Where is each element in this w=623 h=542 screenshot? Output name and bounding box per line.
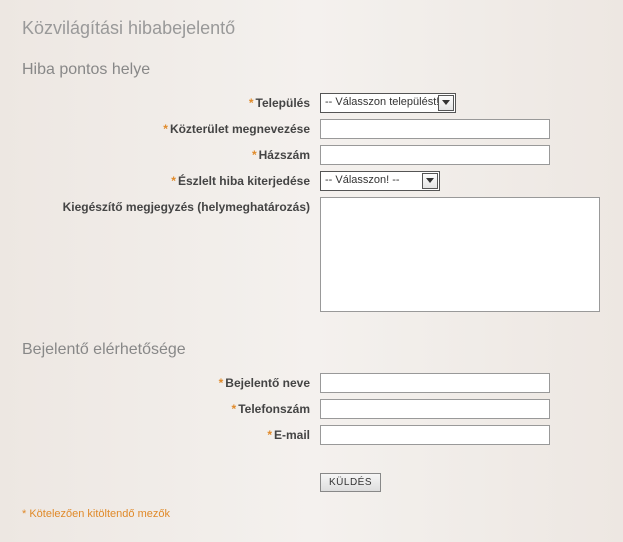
section-heading-location: Hiba pontos helye <box>22 61 601 79</box>
name-input[interactable] <box>320 373 550 393</box>
name-label: *Bejelentő neve <box>22 373 320 390</box>
house-label: *Házszám <box>22 145 320 162</box>
required-marker: * <box>219 376 224 390</box>
required-marker: * <box>267 428 272 442</box>
street-label: *Közterület megnevezése <box>22 119 320 136</box>
note-textarea[interactable] <box>320 197 600 312</box>
note-label: Kiegészítő megjegyzés (helymeghatározás) <box>22 197 320 214</box>
required-marker: * <box>232 402 237 416</box>
chevron-down-icon <box>438 95 454 111</box>
phone-input[interactable] <box>320 399 550 419</box>
settlement-label: *Település <box>22 93 320 110</box>
extent-select-value: -- Válasszon! -- <box>321 172 404 188</box>
street-input[interactable] <box>320 119 550 139</box>
phone-label: *Telefonszám <box>22 399 320 416</box>
section-heading-contact: Bejelentő elérhetősége <box>22 341 601 359</box>
extent-label: *Észlelt hiba kiterjedése <box>22 171 320 188</box>
submit-button[interactable]: KÜLDÉS <box>320 473 381 492</box>
page-title: Közvilágítási hibabejelentő <box>22 18 601 39</box>
required-marker: * <box>249 96 254 110</box>
extent-select[interactable]: -- Válasszon! -- <box>320 171 440 191</box>
settlement-select[interactable]: -- Válasszon települést! -- <box>320 93 456 113</box>
required-marker: * <box>163 122 168 136</box>
email-label: *E-mail <box>22 425 320 442</box>
settlement-select-value: -- Válasszon települést! -- <box>321 94 454 110</box>
required-marker: * <box>171 174 176 188</box>
email-input[interactable] <box>320 425 550 445</box>
chevron-down-icon <box>422 173 438 189</box>
house-input[interactable] <box>320 145 550 165</box>
required-footnote: * Kötelezően kitöltendő mezők <box>22 508 601 520</box>
required-marker: * <box>252 148 257 162</box>
